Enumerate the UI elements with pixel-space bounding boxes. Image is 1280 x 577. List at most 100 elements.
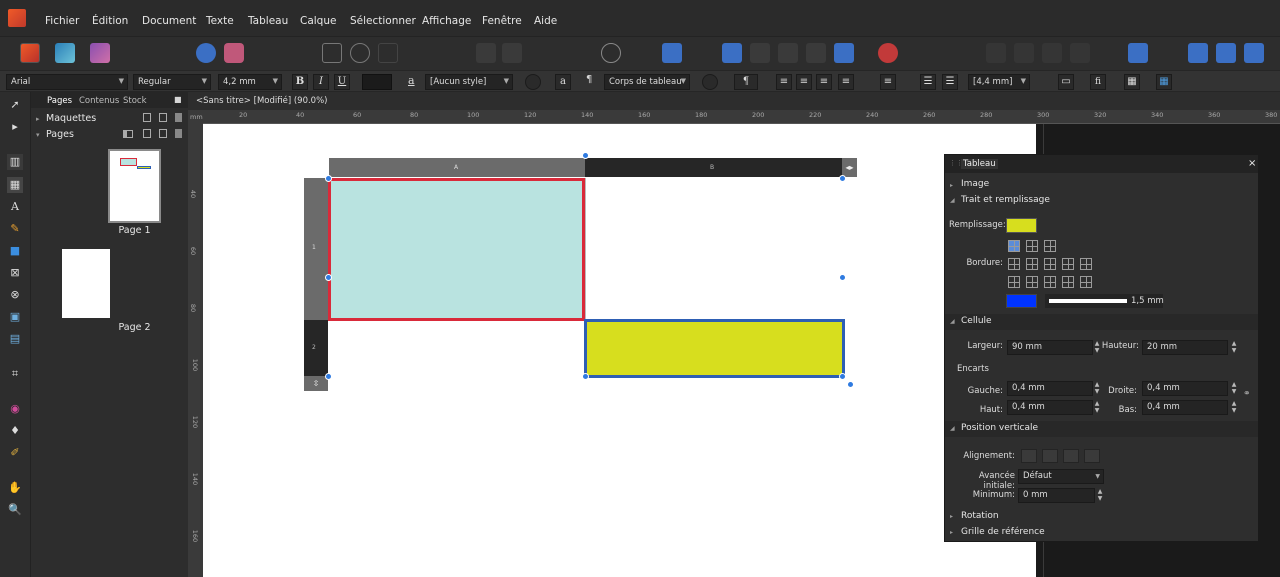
chevron-right-icon[interactable]: ▸ <box>950 529 953 536</box>
link-insets-icon[interactable]: ⚭ <box>1243 389 1251 399</box>
page-1-thumbnail[interactable] <box>108 149 161 223</box>
boolean-subtract-icon[interactable] <box>1014 43 1034 63</box>
column-resize-icon[interactable]: ◂▸ <box>842 158 857 177</box>
section-vertical-position[interactable]: Position verticale <box>961 423 1038 433</box>
height-stepper[interactable]: ▲ ▼ <box>1230 340 1238 355</box>
table-select-tool-icon[interactable]: ▥ <box>7 154 23 170</box>
bold-button[interactable]: B <box>292 74 308 90</box>
cell-a2[interactable] <box>328 321 585 377</box>
show-bleed-icon[interactable] <box>350 43 370 63</box>
paragraph-style-options-icon[interactable] <box>702 74 718 90</box>
top-inset-input[interactable]: 0,4 mm <box>1007 400 1093 415</box>
cell-b1[interactable] <box>585 178 843 321</box>
spread-icon[interactable] <box>123 130 133 138</box>
resize-handle-ml[interactable] <box>325 274 332 281</box>
row-header-1[interactable]: 1 <box>304 178 328 320</box>
left-inset-input[interactable]: 0,4 mm <box>1007 381 1093 396</box>
menu-aide[interactable]: Aide <box>534 15 557 27</box>
menu-selectionner[interactable]: Sélectionner <box>350 15 416 27</box>
snapping-icon[interactable] <box>878 43 898 63</box>
menu-fenetre[interactable]: Fenêtre <box>482 15 522 27</box>
border-inner-icon[interactable] <box>1026 240 1038 252</box>
bullet-list-icon[interactable]: ☰ <box>920 74 936 90</box>
chevron-down-icon[interactable]: ◢ <box>950 318 955 325</box>
row-header-2[interactable]: 2 <box>304 320 328 376</box>
border-cross-icon[interactable] <box>1062 276 1074 288</box>
justify-text-icon[interactable]: ≡ <box>838 74 854 90</box>
resize-handle-extra[interactable] <box>847 381 854 388</box>
border-mixed-icon[interactable] <box>1080 276 1092 288</box>
border-color-swatch[interactable] <box>1006 294 1037 308</box>
row-resize-icon[interactable]: ⇳ <box>304 376 328 391</box>
paragraph-spacing-select[interactable]: [4,4 mm] ▼ <box>968 74 1030 90</box>
zoom-tool-icon[interactable]: 🔍 <box>7 502 23 518</box>
horizontal-ruler[interactable]: 20 40 60 80 100 120 140 160 180 200 220 240 260 280 30… <box>203 110 1280 124</box>
place-image-icon[interactable] <box>196 43 216 63</box>
align-justify-icon[interactable] <box>1084 449 1100 463</box>
italic-button[interactable]: I <box>313 74 329 90</box>
panel-title[interactable]: Tableau <box>961 159 998 169</box>
font-weight-select[interactable]: Regular ▼ <box>133 74 211 90</box>
width-input[interactable]: 90 mm <box>1007 340 1093 355</box>
flip-vertical-icon[interactable] <box>1216 43 1236 63</box>
image-frame-tool-icon[interactable]: ▤ <box>7 331 23 347</box>
delete-master-icon[interactable] <box>175 113 182 122</box>
border-outer-icon[interactable] <box>1044 240 1056 252</box>
paragraph-style-select[interactable]: Corps de tableau ▼ <box>604 74 690 90</box>
eyedropper-icon[interactable]: ✐ <box>7 445 23 461</box>
publisher-persona-icon[interactable] <box>20 43 40 63</box>
right-inset-stepper[interactable]: ▲ ▼ <box>1230 381 1238 396</box>
arrange-forward-icon[interactable] <box>722 43 742 63</box>
section-reference-grid[interactable]: Grille de référence <box>961 527 1045 537</box>
menu-tableau[interactable]: Tableau <box>248 15 288 27</box>
character-style-options-icon[interactable] <box>525 74 541 90</box>
align-top-icon[interactable] <box>1021 449 1037 463</box>
underline-button[interactable]: U <box>334 74 350 90</box>
border-none-icon[interactable] <box>1026 276 1038 288</box>
resize-handle-mr[interactable] <box>839 274 846 281</box>
align-bottom-icon[interactable] <box>1063 449 1079 463</box>
crop-tool-icon[interactable]: ⌗ <box>7 366 23 382</box>
boolean-xor-icon[interactable] <box>1070 43 1090 63</box>
bottom-inset-input[interactable]: 0,4 mm <box>1142 400 1228 415</box>
column-header-b[interactable]: B <box>585 158 842 177</box>
table-format-icon[interactable]: ▦ <box>1124 74 1140 90</box>
preview-icon[interactable] <box>601 43 621 63</box>
menu-fichier[interactable]: Fichier <box>45 15 79 27</box>
section-stroke-fill[interactable]: Trait et remplissage <box>961 195 1050 205</box>
document-title[interactable]: <Sans titre> [Modifié] (90.0%) <box>196 96 327 106</box>
artistic-text-tool-icon[interactable]: A <box>7 199 23 215</box>
section-rotation[interactable]: Rotation <box>961 511 999 521</box>
character-style-select[interactable]: [Aucun style] ▼ <box>425 74 513 90</box>
border-all-icon[interactable] <box>1008 240 1020 252</box>
delete-page-icon[interactable] <box>175 129 182 138</box>
text-frame-icon[interactable]: ▭ <box>1058 74 1074 90</box>
boolean-intersect-icon[interactable] <box>1042 43 1062 63</box>
tab-pages[interactable]: Pages <box>47 96 72 106</box>
chevron-right-icon[interactable]: ▸ <box>950 182 953 189</box>
designer-persona-icon[interactable] <box>55 43 75 63</box>
show-special-chars-button[interactable]: ¶ <box>734 74 758 90</box>
photo-persona-icon[interactable] <box>90 43 110 63</box>
vertical-ruler[interactable]: 40 60 80 100 120 140 160 <box>188 124 203 577</box>
chevron-down-icon[interactable]: ◢ <box>950 197 955 204</box>
node-tool-icon[interactable]: ▸ <box>7 119 23 135</box>
chevron-down-icon[interactable]: ▾ <box>36 131 40 139</box>
minimum-input[interactable]: 0 mm <box>1018 488 1095 503</box>
rotation-handle[interactable] <box>582 152 589 159</box>
initial-advance-select[interactable]: Défaut ▼ <box>1018 469 1104 484</box>
duplicate-page-icon[interactable] <box>159 129 167 138</box>
cell-a1[interactable] <box>328 178 585 321</box>
hand-tool-icon[interactable]: ✋ <box>7 480 23 496</box>
border-bottom-icon[interactable] <box>1026 258 1038 270</box>
tab-stock[interactable]: Stock <box>123 96 147 106</box>
ruler-origin[interactable]: mm <box>188 110 203 124</box>
align-right-text-icon[interactable]: ≡ <box>816 74 832 90</box>
font-family-select[interactable]: Arial ▼ <box>6 74 128 90</box>
section-cellule[interactable]: Cellule <box>961 316 992 326</box>
resize-handle-tr[interactable] <box>839 175 846 182</box>
flip-horizontal-icon[interactable] <box>1188 43 1208 63</box>
arrange-front-icon[interactable] <box>778 43 798 63</box>
arrange-backward-icon[interactable] <box>806 43 826 63</box>
preflight-icon[interactable] <box>224 43 244 63</box>
